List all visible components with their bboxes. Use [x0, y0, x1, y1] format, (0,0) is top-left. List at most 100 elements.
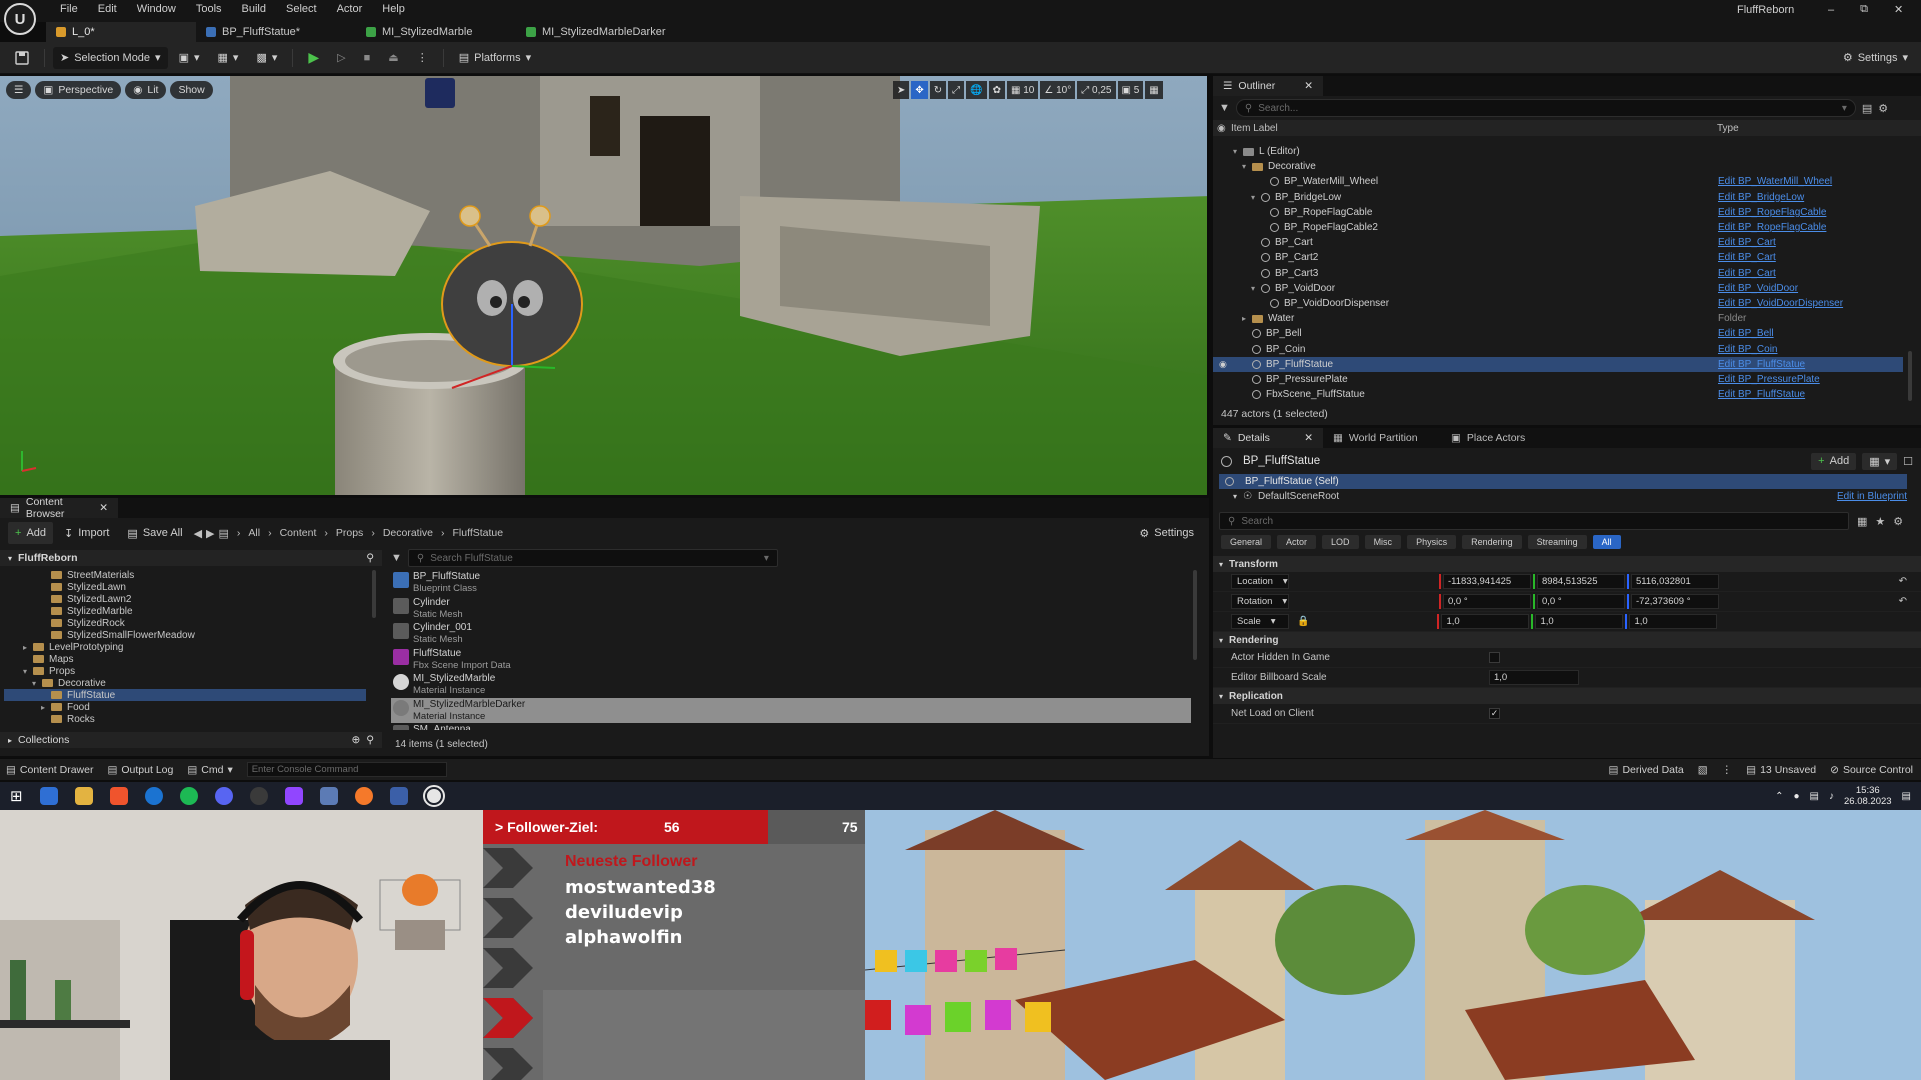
outliner-item-type[interactable]: Edit BP_Coin: [1718, 344, 1777, 355]
eye-icon[interactable]: ◉: [1213, 123, 1227, 134]
explorer-icon[interactable]: [74, 787, 93, 805]
filter-misc[interactable]: Misc: [1364, 535, 1402, 549]
outliner-row[interactable]: BP_Cart Edit BP_Cart: [1213, 235, 1903, 250]
outliner-item-type[interactable]: Edit BP_PressurePlate: [1718, 374, 1820, 385]
breadcrumb-fluffstatue[interactable]: FluffStatue: [453, 527, 504, 539]
breadcrumb-decorative[interactable]: Decorative: [383, 527, 433, 539]
cmd-dropdown[interactable]: ▤ Cmd ▾: [187, 764, 232, 776]
content-drawer-button[interactable]: ▤ Content Drawer: [6, 764, 93, 776]
reset-icon[interactable]: ↶: [1899, 596, 1907, 607]
import-button[interactable]: ↧ Import: [57, 522, 116, 544]
blender-icon[interactable]: [354, 787, 373, 805]
location-z-field[interactable]: 5116,032801: [1631, 574, 1719, 589]
obs-icon[interactable]: [249, 787, 268, 805]
menu-file[interactable]: File: [50, 3, 88, 15]
advance-frame-button[interactable]: ▷: [330, 47, 352, 69]
outliner-row[interactable]: BP_Coin Edit BP_Coin: [1213, 342, 1903, 357]
filter-streaming[interactable]: Streaming: [1527, 535, 1587, 549]
selection-mode-dropdown[interactable]: ➤ Selection Mode ▾: [53, 46, 168, 69]
add-actor-button[interactable]: ▣ ▾: [172, 47, 207, 69]
clock[interactable]: 15:36 26.08.2023: [1844, 785, 1892, 807]
rotation-z-field[interactable]: -72,373609 °: [1631, 594, 1719, 609]
add-collection-icon[interactable]: ⊕: [351, 734, 360, 746]
level-viewport[interactable]: ☰ ▣ Perspective ◉ Lit Show ➤ ✥ ↻ ⤢ 🌐 ✿ ▦…: [0, 76, 1209, 495]
camera-speed-button[interactable]: ▣ 5: [1117, 81, 1144, 99]
asset-item[interactable]: FluffStatue Fbx Scene Import Data: [391, 647, 1191, 672]
trace-icon[interactable]: ▧: [1698, 764, 1708, 776]
outliner-row[interactable]: BP_PressurePlate Edit BP_PressurePlate: [1213, 372, 1903, 387]
billboard-scale-field[interactable]: 1,0: [1489, 670, 1579, 685]
search-icon[interactable]: ⚲: [366, 552, 374, 564]
history-forward-icon[interactable]: ▶: [206, 527, 214, 540]
asset-item[interactable]: SM_Antenna: [391, 723, 1191, 730]
outliner-row[interactable]: ▾ L (Editor): [1213, 144, 1903, 159]
outliner-item-type[interactable]: Edit BP_Bell: [1718, 328, 1774, 339]
settings-dropdown[interactable]: ⚙ Settings ▾: [1836, 47, 1915, 69]
platforms-dropdown[interactable]: ▤ Platforms ▾: [452, 47, 538, 69]
brave-icon[interactable]: [109, 787, 128, 805]
lock-icon[interactable]: ☐: [1903, 455, 1913, 468]
surface-snap-icon[interactable]: ✿: [988, 81, 1006, 99]
more-vertical-icon[interactable]: ⋮: [1722, 764, 1733, 776]
add-component-button[interactable]: + Add: [1811, 452, 1857, 470]
net-load-checkbox[interactable]: ✓: [1489, 708, 1500, 719]
filter-actor[interactable]: Actor: [1277, 535, 1317, 549]
menu-help[interactable]: Help: [372, 3, 415, 15]
hidden-in-game-checkbox[interactable]: [1489, 652, 1500, 663]
category-replication[interactable]: ▾ Replication: [1213, 688, 1921, 704]
add-button[interactable]: + Add: [8, 522, 54, 544]
scale-z-field[interactable]: 1,0: [1629, 614, 1718, 629]
tab-content-browser[interactable]: ▤ Content Browser ✕: [0, 496, 118, 520]
location-y-field[interactable]: 8984,513525: [1537, 574, 1625, 589]
filter-icon[interactable]: ▼: [1219, 102, 1230, 114]
tab-details[interactable]: ✎ Details ✕: [1213, 428, 1323, 448]
menu-actor[interactable]: Actor: [327, 3, 373, 15]
breadcrumb-all[interactable]: All: [248, 527, 260, 539]
scale-mode-dropdown[interactable]: Scale ▾: [1231, 614, 1289, 629]
tab-outliner[interactable]: ☰ Outliner ✕: [1213, 76, 1323, 96]
asset-item[interactable]: Cylinder Static Mesh: [391, 596, 1191, 621]
cinematics-button[interactable]: ▩ ▾: [249, 47, 284, 69]
tab-bp-fluffstatue[interactable]: BP_FluffStatue*: [196, 22, 356, 42]
viewport-scene[interactable]: [0, 76, 1209, 495]
lock-icon[interactable]: 🔒: [1297, 616, 1309, 627]
blueprint-options-button[interactable]: ▦ ▾: [1862, 452, 1898, 470]
menu-tools[interactable]: Tools: [186, 3, 232, 15]
unsaved-button[interactable]: ▤ 13 Unsaved: [1746, 764, 1816, 776]
table-view-icon[interactable]: ▦: [1857, 515, 1867, 528]
minimize-icon[interactable]: –: [1828, 4, 1834, 16]
component-root-row[interactable]: ▾ ☉ DefaultSceneRoot Edit in Blueprint: [1219, 489, 1907, 504]
scale-x-field[interactable]: 1,0: [1441, 614, 1530, 629]
outliner-row[interactable]: FbxScene_FluffStatue Edit BP_FluffStatue: [1213, 387, 1903, 402]
tab-world-partition[interactable]: ▦ World Partition: [1323, 428, 1441, 448]
tree-arrow-icon[interactable]: ▾: [1242, 162, 1252, 171]
outliner-item-type[interactable]: Edit BP_RopeFlagCable: [1718, 207, 1826, 218]
app-icon[interactable]: [39, 787, 58, 805]
filter-general[interactable]: General: [1221, 535, 1272, 549]
calculator-icon[interactable]: [319, 787, 338, 805]
asset-item[interactable]: MI_StylizedMarble Material Instance: [391, 672, 1191, 697]
show-button[interactable]: Show: [170, 81, 213, 99]
tree-arrow-icon[interactable]: ▸: [1242, 314, 1252, 323]
filter-rendering[interactable]: Rendering: [1462, 535, 1522, 549]
star-icon[interactable]: ★: [1875, 515, 1885, 528]
outliner-row[interactable]: BP_RopeFlagCable Edit BP_RopeFlagCable: [1213, 205, 1903, 220]
tab-level[interactable]: L_0*: [46, 22, 196, 42]
chevron-up-icon[interactable]: ⌃: [1775, 791, 1783, 802]
outliner-item-type[interactable]: Edit BP_BridgeLow: [1718, 192, 1804, 203]
blueprint-menu-button[interactable]: ▦ ▾: [211, 47, 246, 69]
breadcrumb-props[interactable]: Props: [336, 527, 363, 539]
unreal-engine-icon[interactable]: [422, 785, 445, 807]
component-self-row[interactable]: BP_FluffStatue (Self): [1219, 474, 1907, 489]
collections-header[interactable]: ▸ Collections ⊕ ⚲: [0, 732, 382, 748]
outliner-item-type[interactable]: Edit BP_WaterMill_Wheel: [1718, 176, 1832, 187]
asset-item[interactable]: MI_StylizedMarbleDarker Material Instance: [391, 697, 1191, 723]
tab-mi-stylizedmarbledarker[interactable]: MI_StylizedMarbleDarker: [516, 22, 696, 42]
rotate-tool-icon[interactable]: ↻: [929, 81, 947, 99]
output-log-button[interactable]: ▤ Output Log: [107, 764, 173, 776]
outliner-row[interactable]: BP_VoidDoorDispenser Edit BP_VoidDoorDisp…: [1213, 296, 1903, 311]
tree-arrow-icon[interactable]: ▾: [1233, 147, 1243, 156]
content-settings-button[interactable]: ⚙ Settings: [1132, 522, 1201, 544]
asset-item[interactable]: BP_FluffStatue Blueprint Class: [391, 570, 1191, 595]
asset-item[interactable]: Cylinder_001 Static Mesh: [391, 621, 1191, 646]
